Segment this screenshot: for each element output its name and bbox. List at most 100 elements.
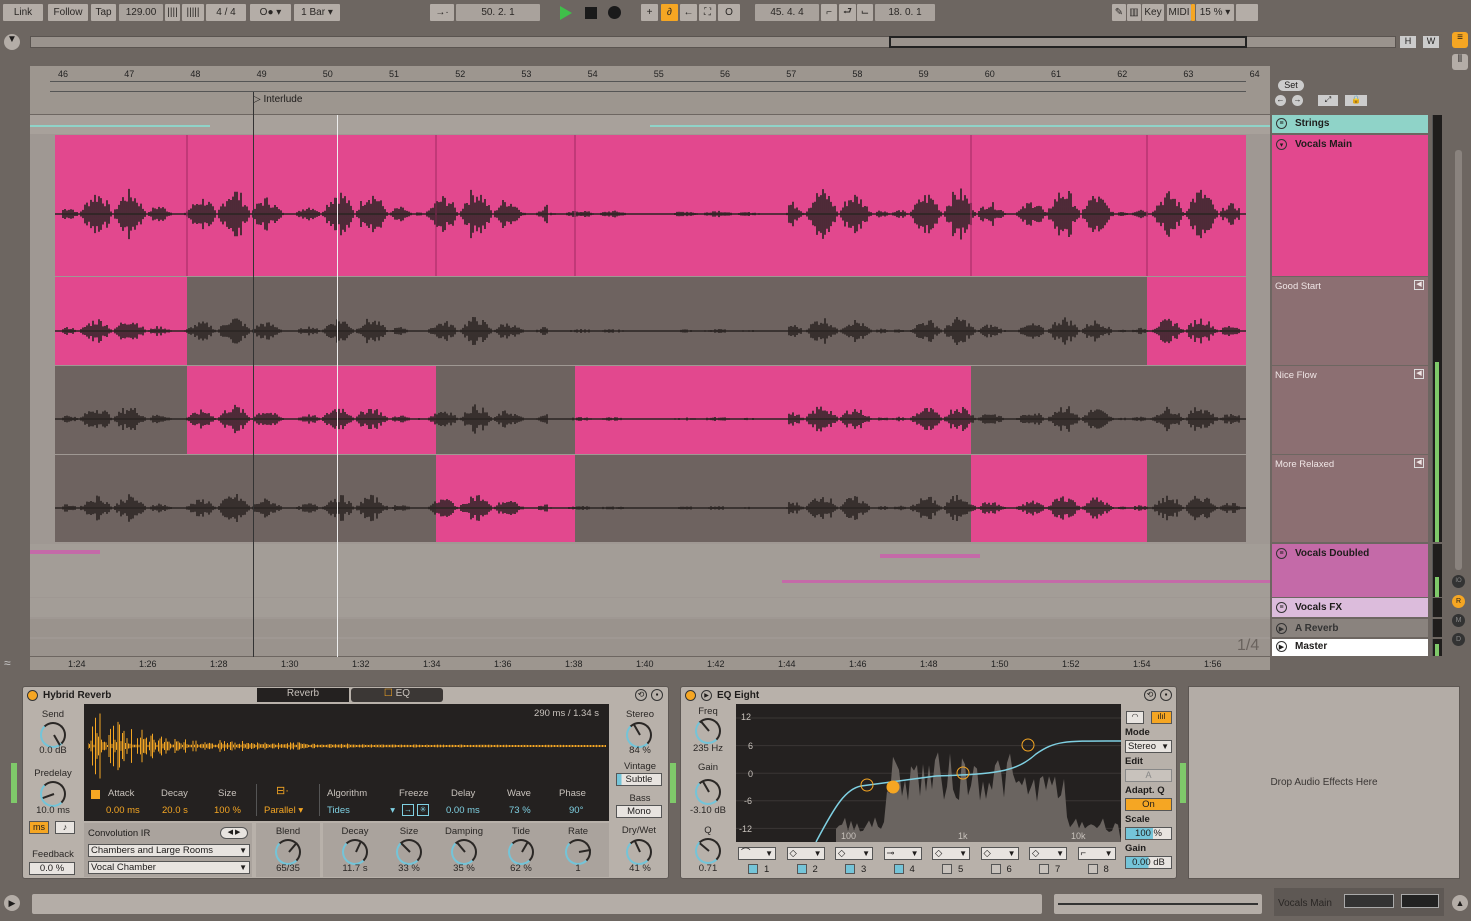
midi-map-button[interactable]: MIDI xyxy=(1167,4,1191,21)
set-locator-button[interactable]: Set xyxy=(1278,80,1304,91)
band-toggle[interactable] xyxy=(796,864,807,874)
delay-value[interactable]: 0.00 ms xyxy=(446,805,480,816)
band-toggle[interactable] xyxy=(748,864,758,874)
automation-arm-button[interactable]: ∂ xyxy=(661,4,678,21)
track-header-vocals-main[interactable]: ▾ Vocals Main xyxy=(1272,135,1428,276)
band-filter-type-dropdown[interactable]: ◇ xyxy=(932,847,970,860)
tide-knob[interactable] xyxy=(508,839,534,865)
decay-value[interactable]: 20.0 s xyxy=(162,805,188,816)
mode-dropdown[interactable]: Stereo xyxy=(1125,740,1172,753)
overdub-button[interactable]: + xyxy=(641,4,658,21)
blend-knob[interactable] xyxy=(275,839,301,865)
session-view-toggle[interactable]: ⦀ xyxy=(1452,54,1468,70)
band-toggle[interactable] xyxy=(990,864,1001,874)
scale-field[interactable]: 100 % xyxy=(1125,827,1172,840)
band-filter-type-dropdown[interactable]: ⌐ xyxy=(1077,847,1116,860)
clip-view-toggle[interactable]: ≡ xyxy=(1452,32,1468,48)
follow-button[interactable]: Follow xyxy=(48,4,88,21)
hot-swap-icon[interactable]: ⟲ xyxy=(1144,689,1156,701)
follow-arrow-button[interactable]: →· xyxy=(430,4,454,21)
lock-icon[interactable]: 🔒 xyxy=(1345,95,1367,106)
overview-viewport[interactable] xyxy=(889,36,1247,48)
vocals-doubled-lane[interactable] xyxy=(30,544,1270,597)
loop-brace[interactable] xyxy=(50,81,1246,92)
ir-category-dropdown[interactable]: Chambers and Large Rooms xyxy=(88,844,250,857)
audition-icon[interactable]: ◀ xyxy=(1414,280,1424,290)
loop-button[interactable]: ⮐ xyxy=(839,4,856,21)
band-filter-type-dropdown[interactable]: ◇ xyxy=(835,847,873,860)
stop-button[interactable] xyxy=(585,7,597,19)
prev-locator-button[interactable]: ← xyxy=(1275,95,1286,106)
edit-locator-button[interactable]: ⤢ xyxy=(1318,95,1338,106)
back-to-arrangement-button[interactable]: ← xyxy=(680,4,697,21)
key-map-button[interactable]: Key xyxy=(1142,4,1164,21)
arrangement-overview[interactable] xyxy=(30,36,1396,48)
predelay-knob[interactable] xyxy=(40,781,66,807)
io-toggle[interactable]: IO xyxy=(1452,575,1465,588)
expand-icon[interactable]: ▶ xyxy=(701,690,712,701)
band-filter-type-dropdown[interactable]: ⌒ xyxy=(738,847,776,860)
tap-button[interactable]: Tap xyxy=(91,4,116,21)
clip-overview[interactable] xyxy=(1054,894,1262,914)
hot-swap-icon[interactable]: ⟲ xyxy=(635,689,647,701)
freq-knob[interactable] xyxy=(695,718,721,744)
punch-out-button[interactable]: ⌙ xyxy=(857,4,873,21)
master-lane[interactable] xyxy=(30,639,1270,656)
band-filter-type-dropdown[interactable]: ⊸ xyxy=(883,847,922,860)
band-filter-type-dropdown[interactable]: ◇ xyxy=(786,847,825,860)
freeze-in-button[interactable]: → xyxy=(402,804,414,816)
convolution-toggle[interactable] xyxy=(91,790,100,799)
loop-start-field[interactable]: 45. 4. 4 xyxy=(755,4,819,21)
song-position-field[interactable]: 50. 2. 1 xyxy=(456,4,540,21)
draw-mode-button[interactable]: ✎ xyxy=(1112,4,1126,21)
eq-display[interactable]: 12 6 0 -6 -12 100 1k 10k xyxy=(736,704,1121,842)
band-toggle[interactable] xyxy=(893,864,904,874)
out-gain-field[interactable]: 0.00 dB xyxy=(1125,856,1172,869)
drywet-knob[interactable] xyxy=(626,839,652,865)
height-button[interactable]: H xyxy=(1400,36,1416,48)
track-header-strings[interactable]: ≡ Strings xyxy=(1272,115,1428,133)
mixer-output-button[interactable] xyxy=(1236,4,1258,21)
algo-size-knob[interactable] xyxy=(396,839,422,865)
edit-button[interactable]: A xyxy=(1125,769,1172,782)
take-header[interactable]: Nice Flow ◀ xyxy=(1272,366,1428,454)
vertical-scrollbar[interactable] xyxy=(1455,150,1462,570)
bass-mono-button[interactable]: Mono xyxy=(616,805,662,818)
device-on-toggle[interactable] xyxy=(27,690,38,701)
band-toggle[interactable] xyxy=(1039,864,1049,874)
next-locator-button[interactable]: → xyxy=(1292,95,1303,106)
play-button[interactable] xyxy=(560,6,572,20)
automation-toggle-icon[interactable]: ≈ xyxy=(4,656,20,670)
a-reverb-lane[interactable] xyxy=(30,619,1270,637)
vintage-selector[interactable]: Subtle xyxy=(616,773,662,786)
returns-toggle[interactable]: R xyxy=(1452,595,1465,608)
note-sync-button[interactable]: ♪ xyxy=(55,821,75,834)
loop-length-field[interactable]: 18. 0. 1 xyxy=(875,4,935,21)
gain-knob[interactable] xyxy=(695,779,721,805)
detail-toggle[interactable]: ▶ xyxy=(4,895,20,911)
tempo-field[interactable]: 129.00 xyxy=(119,4,163,21)
device-on-toggle[interactable] xyxy=(685,690,696,701)
ir-browse-buttons[interactable]: ◀ ▶ xyxy=(220,827,248,839)
algo-decay-knob[interactable] xyxy=(342,839,368,865)
save-preset-icon[interactable]: ▪ xyxy=(651,689,663,701)
fold-icon[interactable]: ▾ xyxy=(1276,139,1287,150)
band-filter-type-dropdown[interactable]: ◇ xyxy=(980,847,1019,860)
feedback-field[interactable]: 0.0 % xyxy=(29,862,75,875)
freeze-button[interactable]: ✳ xyxy=(417,804,429,816)
algorithm-dropdown[interactable]: Tides ▾ xyxy=(327,805,395,816)
adapt-q-button[interactable]: On xyxy=(1125,798,1172,811)
audition-icon[interactable]: ◀ xyxy=(1414,458,1424,468)
browser-toggle[interactable]: ▼ xyxy=(4,34,20,50)
tab-eq[interactable]: ☐ EQ xyxy=(351,688,443,702)
take-header[interactable]: More Relaxed ◀ xyxy=(1272,455,1428,542)
keyboard-button[interactable]: ▥ xyxy=(1127,4,1141,21)
size-value[interactable]: 100 % xyxy=(214,805,241,816)
session-record-button[interactable]: O xyxy=(718,4,740,21)
band-toggle[interactable] xyxy=(1087,864,1098,874)
spectrum-icon[interactable]: ılıl xyxy=(1151,711,1172,724)
mixer-toggle[interactable]: M xyxy=(1452,614,1465,627)
detail-expand-toggle[interactable]: ▲ xyxy=(1452,895,1468,911)
eq-band-handle-2[interactable] xyxy=(886,780,900,794)
signature-field[interactable]: 4 / 4 xyxy=(206,4,246,21)
